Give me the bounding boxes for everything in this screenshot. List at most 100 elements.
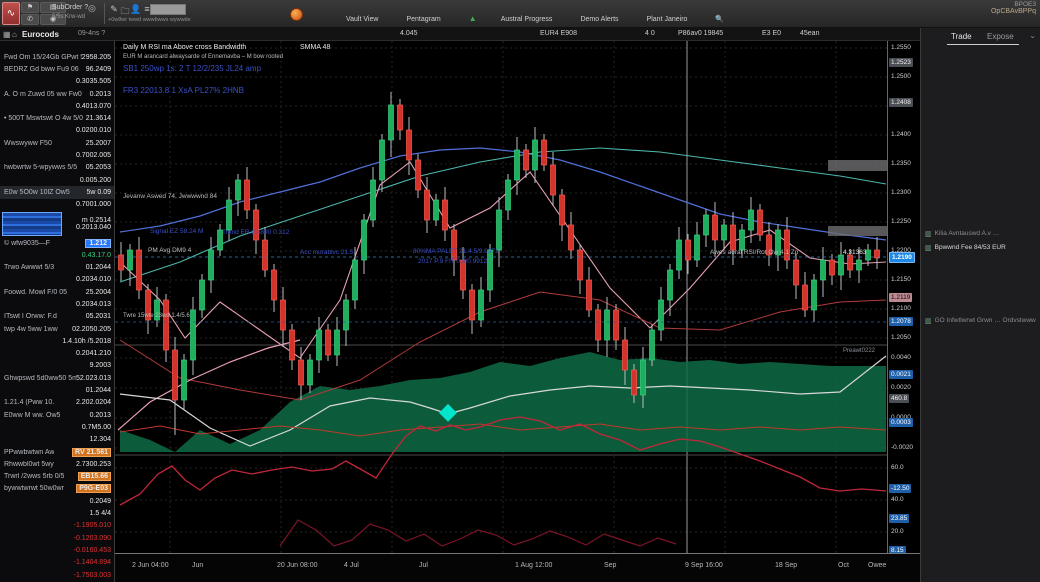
market-watch-row[interactable]: twp 4w 5ww 1ww02.2050.205	[0, 323, 114, 335]
tab-expose[interactable]: Expose	[987, 32, 1014, 41]
market-watch-row[interactable]: Fwd Om 15/24Gb GPwt 5m 102958.205	[0, 51, 114, 63]
quote-item-4[interactable]: E3 E0	[762, 30, 781, 37]
market-watch-row[interactable]: 1.21.4 (Pww 10.2.202.0204	[0, 397, 114, 409]
menu-item-demo-alerts[interactable]: Demo Alerts	[580, 16, 618, 23]
quote-item-0[interactable]: 4.045	[400, 30, 418, 37]
time-tick-label: 1 Aug 12:00	[515, 562, 552, 569]
market-watch-row[interactable]: 0.43.17.0	[0, 249, 114, 261]
quote-item-1[interactable]: EUR4 E908	[540, 30, 577, 37]
panel-list-item-0[interactable]: ▥Kilia Avntauswd A.v …	[925, 227, 1037, 240]
instrument-value: 0.7M5.00	[82, 424, 111, 431]
panel-list-item-2[interactable]: ▥GO Infwtlwrwt Grwn … Ordvstwww	[925, 314, 1037, 327]
quote-item-2[interactable]: 4 0	[645, 30, 655, 37]
home-icon[interactable]: ⌂	[12, 30, 17, 39]
chart-thumbnail-row[interactable]: m 0.25140.2013.040	[0, 211, 114, 237]
sort-control[interactable]: 09-4ns ?	[78, 30, 105, 37]
instrument-value: 1.4.10h /5.2018	[62, 338, 111, 345]
market-watch-row[interactable]: 0.0200.010	[0, 125, 114, 137]
market-watch-row[interactable]: 0.7002.005	[0, 149, 114, 161]
market-watch-row[interactable]: Ghwpswd 5d0ww50 5m52.023.013	[0, 372, 114, 384]
eye-icon[interactable]: ◎	[88, 3, 96, 14]
indicator-value-box: 23.85	[889, 514, 909, 523]
market-watch-row[interactable]: 01.2044	[0, 384, 114, 396]
market-watch-row[interactable]: -1.1905.010	[0, 520, 114, 532]
order-mode-control[interactable]: SubOrder ? 5/5s Krw-wd	[52, 2, 104, 25]
price-tick: 1.2050	[891, 334, 911, 341]
chart-annotation-6: Signal EZ 58.24 M	[150, 228, 203, 235]
market-watch-row[interactable]: Rhwwbl0wt 5wy2.7300.253	[0, 458, 114, 470]
instrument-value: 0.2034.013	[76, 301, 111, 308]
market-watch-row[interactable]: 0.005.200	[0, 174, 114, 186]
chart-thumbnail[interactable]	[2, 212, 62, 236]
market-watch-row[interactable]: -1.1404.894	[0, 557, 114, 569]
market-watch-row[interactable]: 0.3035.505	[0, 76, 114, 88]
market-watch-row[interactable]: -0.0160.453	[0, 544, 114, 556]
indicator-cloud	[120, 352, 886, 452]
menu-item-plant-janeiro[interactable]: Plant Janeiro	[647, 16, 688, 23]
candle-down	[443, 200, 448, 230]
market-watch-row[interactable]: 0.2049	[0, 495, 114, 507]
quote-item-3[interactable]: P86av0 19845	[678, 30, 723, 37]
panel-list-item-1[interactable]: ▥Bpwwnd Fee 84/53 EUR	[925, 241, 1037, 254]
market-watch-row[interactable]: E0w 5O0w 10lZ Ow55w 0.09	[0, 186, 114, 198]
candle-down	[281, 300, 286, 330]
market-watch-row[interactable]: hwbwrtw 5-wpywws 5/505.2053	[0, 162, 114, 174]
toolbar-menu: Vault ViewPentagram▲Austral ProgressDemo…	[346, 14, 752, 23]
time-tick-label: Jun	[192, 562, 203, 569]
market-watch-row[interactable]: A. O m Zuwd 05 ww Fw00.2013	[0, 88, 114, 100]
menu-item-austral-progress[interactable]: Austral Progress	[501, 16, 553, 23]
market-watch-row[interactable]: -1.7503.003	[0, 569, 114, 581]
instrument-label: • 500T Mswtswt O 4w 5/0	[4, 115, 83, 122]
market-watch-row[interactable]: 9.2003	[0, 360, 114, 372]
search-icon[interactable]: 🔍	[715, 15, 724, 23]
market-watch-row[interactable]: Wwswyww F5025.2007	[0, 137, 114, 149]
chart-canvas[interactable]	[115, 41, 887, 582]
market-watch-row[interactable]: PPwwbwtwn AwRV 21.561	[0, 446, 114, 458]
market-watch-row[interactable]: 1.5 4/4	[0, 507, 114, 519]
chevron-down-icon[interactable]: ⌄	[1029, 31, 1036, 40]
market-watch-row[interactable]: 0.4013.070	[0, 100, 114, 112]
quote-item-5[interactable]: 45ean	[800, 30, 819, 37]
phone-icon[interactable]: ✆	[21, 14, 39, 25]
market-watch-row[interactable]: BEDRZ Gd bww Fu9 0696.2409	[0, 63, 114, 75]
candle-down	[560, 195, 565, 225]
flag-icon[interactable]: ⚑	[21, 2, 39, 13]
market-watch-row[interactable]: 1.4.10h /5.2018	[0, 335, 114, 347]
market-watch-row[interactable]: Foowd. Mowl F/0 0525.2004	[0, 286, 114, 298]
app-logo-icon[interactable]	[290, 8, 303, 21]
indicator-value-box: 460.8	[889, 394, 909, 403]
instrument-label: bywwtwrwt 50w0wr	[4, 485, 64, 492]
market-watch-row[interactable]: E0ww M ww. Ow50.2013	[0, 409, 114, 421]
market-watch-row[interactable]: 0.7001.000	[0, 199, 114, 211]
market-watch-row[interactable]: Trwrl /2wws 5rb 0/5EB15.66	[0, 471, 114, 483]
market-watch-row[interactable]: ITswt I Orww: F.d05.2031	[0, 311, 114, 323]
market-watch-row[interactable]: 12.304	[0, 434, 114, 446]
market-watch-row[interactable]: 0.2041.210	[0, 348, 114, 360]
symbol-search-input[interactable]	[150, 4, 186, 15]
price-tick: 1.2400	[891, 131, 911, 138]
candle-up	[182, 360, 187, 400]
market-watch-row[interactable]: 0.7M5.00	[0, 421, 114, 433]
tab-trade[interactable]: Trade	[951, 32, 972, 41]
instrument-label: A. O m Zuwd 05 ww Fw0	[4, 91, 82, 98]
chart-active-icon[interactable]: ∿	[2, 2, 20, 25]
order-level-bar[interactable]	[828, 160, 887, 171]
grid-icon[interactable]: ▦	[3, 30, 11, 39]
menu-item-vault-view[interactable]: Vault View	[346, 16, 378, 23]
instrument-label: twp 4w 5ww 1ww	[4, 326, 58, 333]
chart-area[interactable]: 1.25501.25001.24501.24001.23501.23001.22…	[115, 41, 920, 582]
candle-up	[497, 210, 502, 250]
market-watch-row[interactable]: Trwo Awwwt 5/301.2044	[0, 261, 114, 273]
menu-item-pentagram[interactable]: Pentagram	[406, 16, 440, 23]
order-level-bar[interactable]	[828, 226, 887, 236]
market-watch-row[interactable]: -0.1203.090	[0, 532, 114, 544]
active-symbol-label[interactable]: Eurocods	[22, 30, 59, 39]
chart-annotation-3: SB1 250wp 1s: 2 T 12/2/235 JL24 amp	[123, 64, 261, 73]
market-watch-row[interactable]: 0.2034.010	[0, 274, 114, 286]
instrument-value: 0.2041.210	[76, 350, 111, 357]
market-watch-row[interactable]: 0.2034.013	[0, 298, 114, 310]
candle-down	[164, 300, 169, 350]
market-watch-row[interactable]: • 500T Mswtswt O 4w 5/021.3614	[0, 112, 114, 124]
market-watch-row[interactable]: © wfw9035—F1.212	[0, 237, 114, 249]
market-watch-row[interactable]: bywwtwrwt 50w0wrP9G-E03	[0, 483, 114, 495]
